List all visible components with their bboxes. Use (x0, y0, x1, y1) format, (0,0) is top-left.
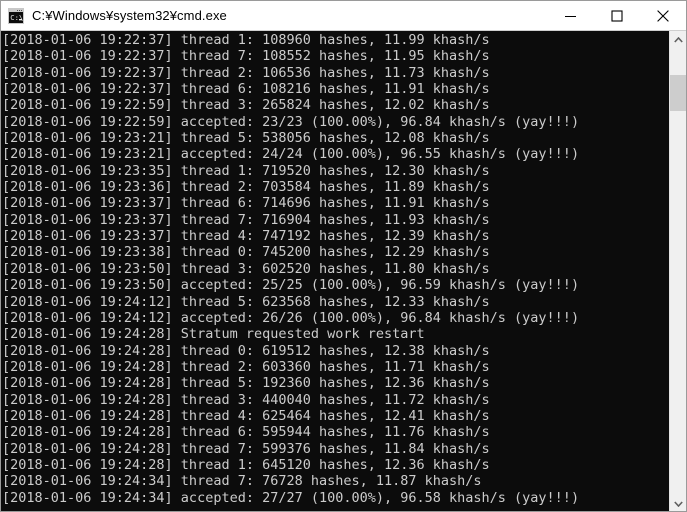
console-line: [2018-01-06 19:24:28] thread 5: 192360 h… (2, 375, 490, 392)
minimize-button[interactable] (548, 1, 594, 30)
chevron-up-icon (673, 36, 683, 43)
console-line: [2018-01-06 19:23:37] thread 6: 714696 h… (2, 195, 490, 212)
console-line: [2018-01-06 19:24:28] thread 1: 645120 h… (2, 456, 490, 473)
console-line: [2018-01-06 19:22:59] thread 3: 265824 h… (2, 97, 490, 114)
console-line: [2018-01-06 19:23:50] accepted: 25/25 (1… (2, 277, 580, 294)
console-line: [2018-01-06 19:23:36] thread 2: 703584 h… (2, 179, 490, 196)
console-line: [2018-01-06 19:23:21] thread 5: 538056 h… (2, 130, 490, 147)
close-icon (657, 9, 669, 22)
console-output-area[interactable]: [2018-01-06 19:22:37] thread 1: 108960 h… (1, 31, 669, 511)
scrollbar-track[interactable] (670, 48, 686, 495)
svg-text:C:\: C:\ (10, 13, 23, 22)
console-line: [2018-01-06 19:23:21] accepted: 24/24 (1… (2, 146, 580, 163)
vertical-scrollbar[interactable] (669, 31, 686, 511)
console-line: [2018-01-06 19:23:37] thread 4: 747192 h… (2, 228, 490, 245)
cmd-window: C:\ C:¥Windows¥system32¥cmd.exe [2018-01… (0, 0, 687, 512)
window-title: C:¥Windows¥system32¥cmd.exe (32, 7, 227, 23)
minimize-icon (565, 15, 576, 17)
console-line: [2018-01-06 19:24:28] thread 3: 440040 h… (2, 391, 490, 408)
maximize-button[interactable] (594, 1, 640, 30)
console-line: [2018-01-06 19:22:37] thread 2: 106536 h… (2, 64, 490, 81)
title-bar[interactable]: C:\ C:¥Windows¥system32¥cmd.exe (1, 1, 686, 31)
console-line: [2018-01-06 19:24:28] thread 6: 595944 h… (2, 424, 490, 441)
console-line: [2018-01-06 19:24:12] thread 5: 623568 h… (2, 293, 490, 310)
console-line: [2018-01-06 19:23:38] thread 0: 745200 h… (2, 244, 490, 261)
scrollbar-thumb[interactable] (670, 74, 686, 111)
console-line: [2018-01-06 19:24:28] thread 4: 625464 h… (2, 407, 490, 424)
console-line: [2018-01-06 19:24:34] accepted: 27/27 (1… (2, 489, 580, 506)
console-line: [2018-01-06 19:23:35] thread 1: 719520 h… (2, 162, 490, 179)
maximize-icon (611, 9, 623, 22)
console-line: [2018-01-06 19:24:28] thread 0: 619512 h… (2, 342, 490, 359)
console-line: [2018-01-06 19:22:37] thread 7: 108552 h… (2, 48, 490, 65)
console-line: [2018-01-06 19:24:28] thread 2: 603360 h… (2, 358, 490, 375)
chevron-down-icon (673, 500, 683, 507)
console-line: [2018-01-06 19:24:28] Stratum requested … (2, 326, 425, 343)
console-line: [2018-01-06 19:24:12] accepted: 26/26 (1… (2, 309, 580, 326)
console-line: [2018-01-06 19:22:37] thread 1: 108960 h… (2, 32, 490, 48)
console-line: [2018-01-06 19:22:59] accepted: 23/23 (1… (2, 113, 580, 130)
console-line: [2018-01-06 19:23:50] thread 3: 602520 h… (2, 260, 490, 277)
scroll-up-button[interactable] (670, 31, 686, 48)
close-button[interactable] (640, 1, 686, 30)
console-line: [2018-01-06 19:22:37] thread 6: 108216 h… (2, 81, 490, 98)
console-line: [2018-01-06 19:24:28] thread 7: 599376 h… (2, 440, 490, 457)
console-line: [2018-01-06 19:23:37] thread 7: 716904 h… (2, 211, 490, 228)
console-log-lines: [2018-01-06 19:22:37] thread 1: 108960 h… (2, 32, 669, 506)
scroll-down-button[interactable] (670, 495, 686, 511)
cmd-console-icon: C:\ (8, 7, 24, 24)
console-line: [2018-01-06 19:24:34] thread 7: 76728 ha… (2, 473, 482, 490)
